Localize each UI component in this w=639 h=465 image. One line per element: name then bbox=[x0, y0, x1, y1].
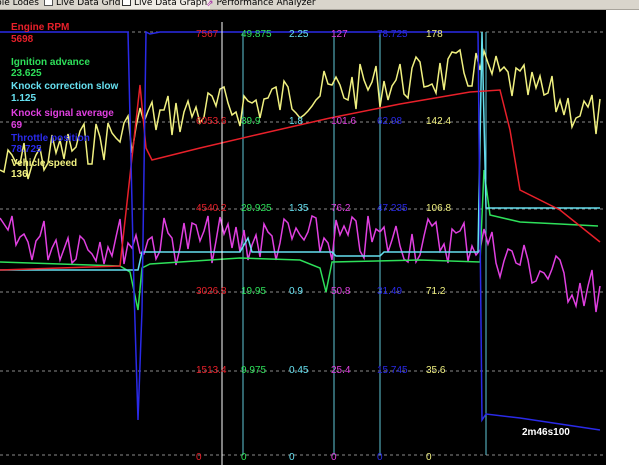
knocks-trace bbox=[0, 214, 601, 313]
grid-icon bbox=[44, 0, 53, 6]
scale-label: 49.875 bbox=[241, 29, 272, 40]
scale-label: 1.35 bbox=[289, 203, 309, 214]
tab-live-data-grid[interactable]: Live Data Grid bbox=[42, 0, 123, 9]
scale-label: 9.975 bbox=[241, 365, 266, 376]
legend-name: Knock signal average bbox=[11, 108, 114, 119]
scale-label: 29.925 bbox=[241, 203, 272, 214]
legend-value: 69 bbox=[11, 120, 23, 131]
live-data-graph[interactable]: 7567 6053.6 4540.2 3026.8 1513.4 0 49.875 39.9 2… bbox=[0, 10, 606, 465]
scale-label: 0 bbox=[426, 452, 432, 463]
graph-icon bbox=[122, 0, 131, 6]
legend-value: 78.725 bbox=[11, 144, 42, 155]
legend-value: 1.125 bbox=[11, 93, 36, 104]
scale-label: 7567 bbox=[196, 29, 219, 40]
legend-name: Engine RPM bbox=[11, 22, 69, 33]
scale-label: 31.49 bbox=[377, 286, 402, 297]
tab-live-data-graph[interactable]: Live Data Graph bbox=[120, 0, 211, 9]
scale-label: 71.2 bbox=[426, 286, 446, 297]
tab-performance-analyzer[interactable]: ⇗ Performance Analyzer bbox=[204, 0, 319, 9]
scale-label: 0.9 bbox=[289, 286, 303, 297]
time-readout: 2m46s100 bbox=[522, 427, 570, 438]
scale-label: 0.45 bbox=[289, 365, 309, 376]
scale-label: 106.8 bbox=[426, 203, 451, 214]
legend-value: 23.625 bbox=[11, 68, 42, 79]
grid-lines bbox=[0, 31, 606, 456]
scrollbar-track[interactable] bbox=[606, 10, 639, 465]
scale-label: 50.8 bbox=[331, 286, 351, 297]
legend-value: 136 bbox=[11, 169, 28, 180]
scale-label: 15.745 bbox=[377, 365, 408, 376]
scale-label: 2.25 bbox=[289, 29, 309, 40]
scale-label: 35.6 bbox=[426, 365, 446, 376]
legend-name: Ignition advance bbox=[11, 57, 90, 68]
tab-bar: ble Lodes Live Data Grid Live Data Graph… bbox=[0, 0, 639, 10]
legend-name: Vehicle speed bbox=[11, 158, 77, 169]
legend-name: Knock correction slow bbox=[11, 81, 118, 92]
scale-label: 101.6 bbox=[331, 116, 356, 127]
legend-name: Throttle position bbox=[11, 133, 90, 144]
scale-label: 0 bbox=[289, 452, 295, 463]
scale-label: 0 bbox=[196, 452, 202, 463]
scale-label: 25.4 bbox=[331, 365, 351, 376]
scale-label: 78.725 bbox=[377, 29, 408, 40]
scale-label: 0 bbox=[377, 452, 383, 463]
scale-label: 47.235 bbox=[377, 203, 408, 214]
scale-label: 1513.4 bbox=[196, 365, 227, 376]
tab-trouble-codes[interactable]: ble Lodes bbox=[0, 0, 42, 9]
scale-label: 142.4 bbox=[426, 116, 451, 127]
scale-label: 1.8 bbox=[289, 116, 303, 127]
performance-icon: ⇗ bbox=[206, 0, 214, 9]
scale-label: 127 bbox=[331, 29, 348, 40]
scale-label: 4540.2 bbox=[196, 203, 227, 214]
scale-label: 19.95 bbox=[241, 286, 266, 297]
scale-label: 39.9 bbox=[241, 116, 261, 127]
scale-label: 76.2 bbox=[331, 203, 351, 214]
legend-value: 5698 bbox=[11, 34, 34, 45]
scale-label: 3026.8 bbox=[196, 286, 227, 297]
scale-label: 0 bbox=[331, 452, 337, 463]
scale-label: 178 bbox=[426, 29, 443, 40]
scale-label: 62.98 bbox=[377, 116, 402, 127]
scale-label: 0 bbox=[241, 452, 247, 463]
scale-label: 6053.6 bbox=[196, 116, 227, 127]
